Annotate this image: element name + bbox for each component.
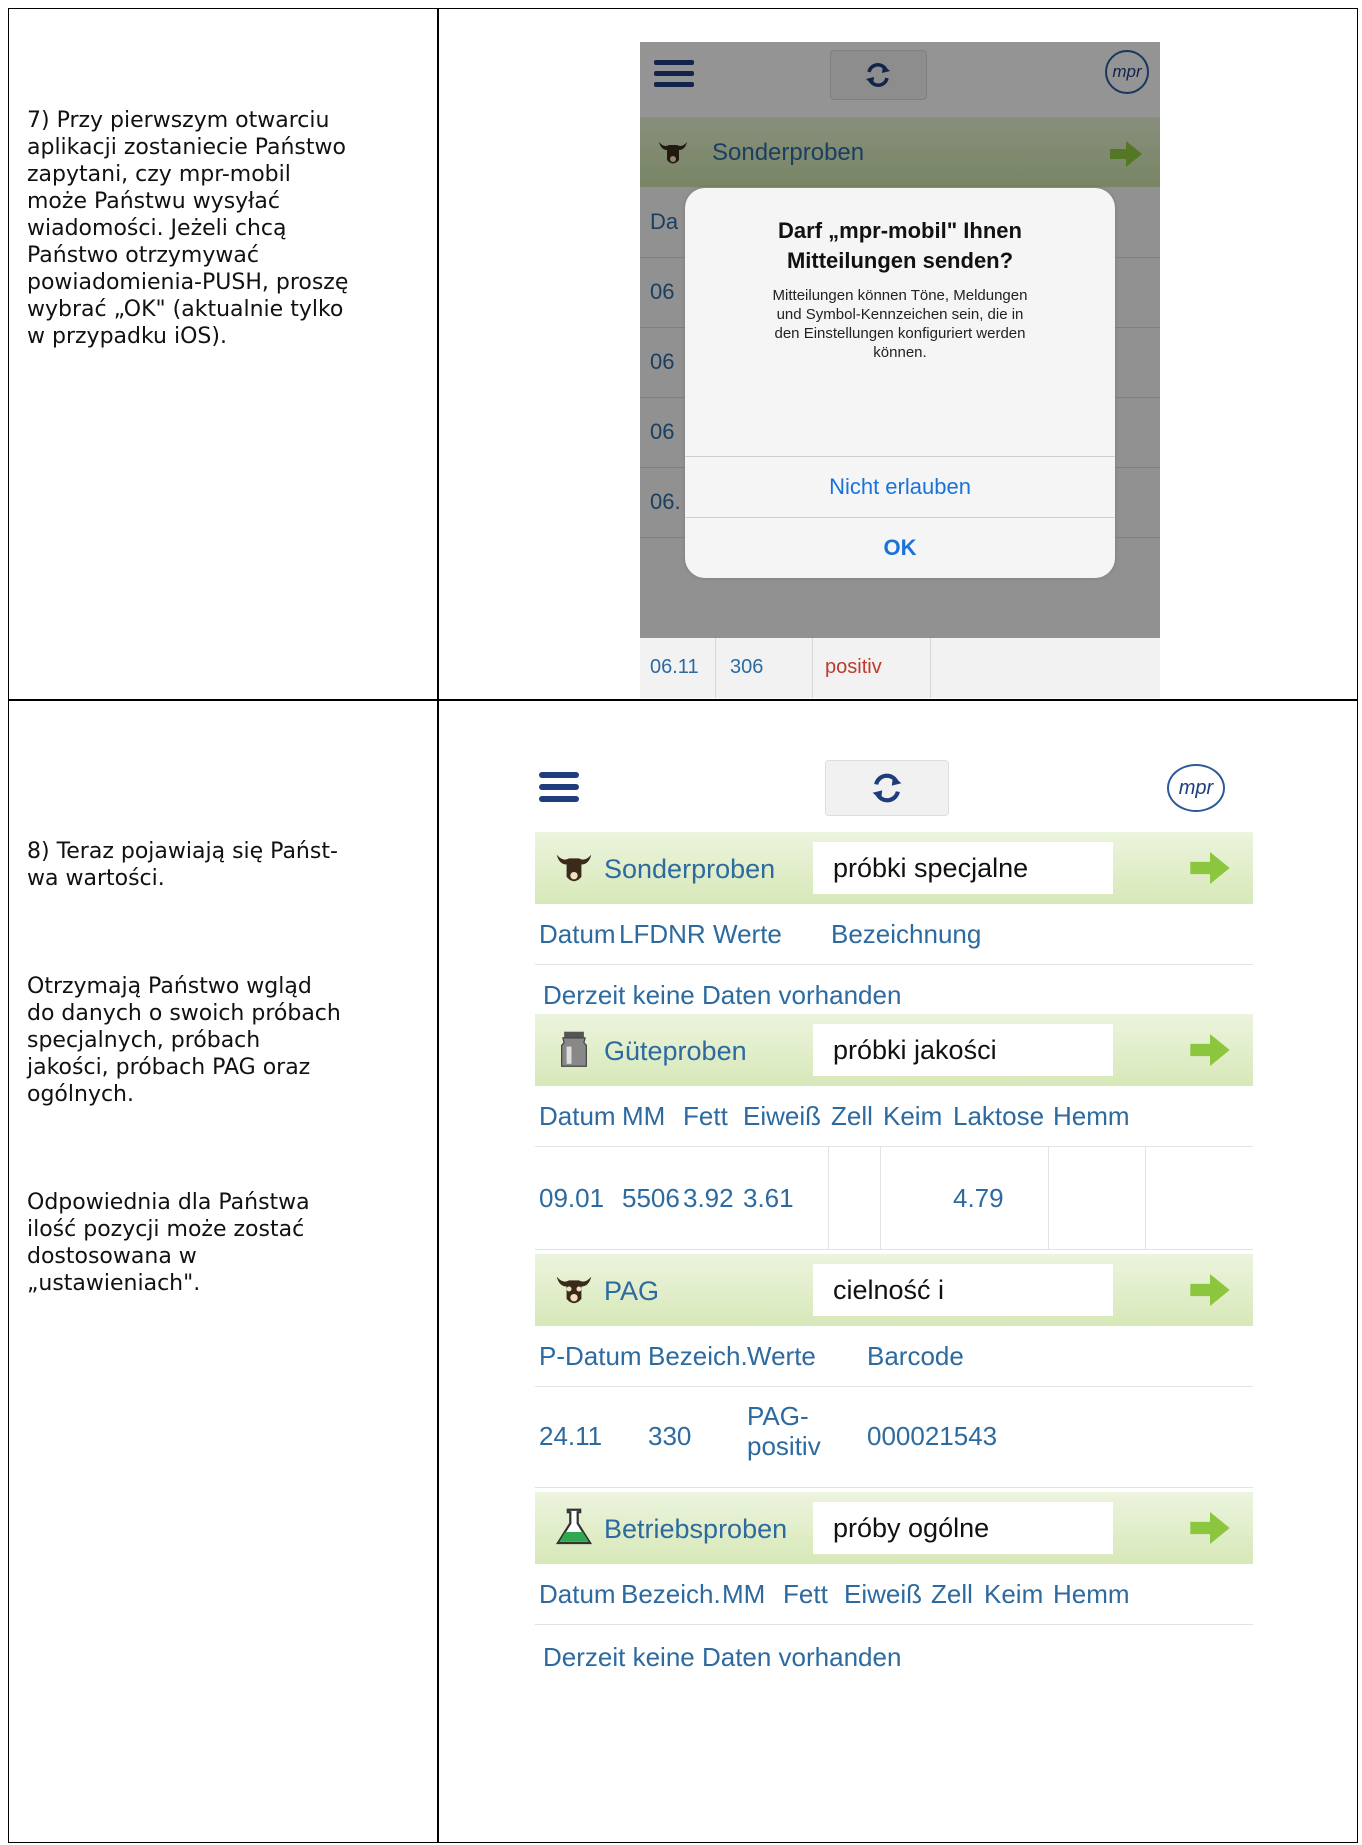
column-header: MM	[622, 1101, 666, 1131]
menu-icon[interactable]	[539, 772, 579, 806]
refresh-button[interactable]	[825, 760, 949, 816]
step8-text: 8) Teraz pojawiają się Państ- wa wartośc…	[27, 784, 341, 1378]
section-label: Güteproben	[604, 1036, 747, 1066]
pag-section[interactable]: PAG cielność i	[535, 1254, 1253, 1326]
table-cell: 24.11	[539, 1421, 603, 1451]
flask-icon	[555, 1508, 593, 1545]
cell-divider	[930, 638, 931, 698]
table-cell: 5506	[622, 1183, 680, 1213]
table-header-row: Datum Bezeich. MM Fett Eiweiß Zell Keim …	[535, 1564, 1253, 1625]
column-header: Datum	[539, 1101, 616, 1131]
table-header-row: P-Datum Bezeich. Werte Barcode	[535, 1326, 1253, 1387]
table-row: 24.11 330 PAG- positiv 000021543	[535, 1387, 1253, 1488]
column-header: Eiweiß	[743, 1101, 822, 1131]
arrow-right-icon[interactable]	[1190, 1274, 1230, 1306]
step8-paragraph-2: Otrzymają Państwo wgląd do danych o swoi…	[27, 974, 341, 1107]
cell-divider	[715, 638, 716, 698]
polish-translation-label: próby ogólne	[813, 1502, 1113, 1554]
table-cell: 09.01	[539, 1183, 605, 1213]
column-header: Laktose	[953, 1101, 1045, 1131]
table-header-row: Datum MM Fett Eiweiß Zell Keim Laktose H…	[535, 1086, 1253, 1147]
betriebsproben-section[interactable]: Betriebsproben próby ogólne	[535, 1492, 1253, 1564]
ok-button[interactable]: OK	[685, 518, 1115, 578]
table-row: 09.01 5506 3.92 3.61 4.79	[535, 1147, 1253, 1250]
column-header: Werte	[713, 919, 782, 949]
column-header: Zell	[931, 1579, 973, 1609]
table-cell: PAG- positiv	[747, 1401, 821, 1461]
notification-permission-screenshot: mpr Sonderproben Da 06 06 06 06. Darf „m…	[640, 42, 1160, 698]
arrow-right-icon[interactable]	[1190, 1034, 1230, 1066]
cell-divider	[812, 638, 813, 698]
pregnant-cow-icon	[556, 1276, 592, 1304]
table-cell: 4.79	[953, 1183, 1004, 1213]
deny-button[interactable]: Nicht erlauben	[685, 457, 1115, 517]
refresh-icon	[872, 773, 902, 803]
row-divider	[9, 699, 1357, 701]
polish-translation-label: próbki specjalne	[813, 842, 1113, 894]
cell-divider	[1145, 1147, 1146, 1249]
column-header: Werte	[747, 1341, 816, 1371]
alert-message: Mitteilungen können Töne, Meldungen und …	[772, 287, 1028, 361]
mpr-logo: mpr	[1167, 764, 1225, 812]
polish-translation-label: cielność i	[813, 1264, 1113, 1316]
column-header: Fett	[783, 1579, 828, 1609]
column-header: P-Datum	[539, 1341, 642, 1371]
column-header: Datum	[539, 1579, 616, 1609]
column-header: Barcode	[867, 1341, 964, 1371]
column-divider	[437, 9, 439, 1842]
column-header: Bezeichnung	[831, 919, 982, 949]
cell-divider	[828, 1147, 829, 1249]
column-header: MM	[722, 1579, 766, 1609]
row-value: positiv	[825, 656, 882, 678]
column-header: LFDNR	[619, 919, 706, 949]
values-overview-screenshot: mpr Sonderproben próbki specjalne Datum …	[535, 752, 1255, 1712]
cell-divider	[1048, 1147, 1049, 1249]
table-cell: 3.61	[743, 1183, 794, 1213]
step8-paragraph-3: Odpowiednia dla Państwa ilość pozycji mo…	[27, 1190, 310, 1296]
cell-divider	[880, 1147, 881, 1249]
step8-paragraph-1: 8) Teraz pojawiają się Państ- wa wartośc…	[27, 839, 338, 891]
column-header: Hemm	[1053, 1101, 1130, 1131]
table-cell: 000021543	[867, 1421, 998, 1451]
column-header: Hemm	[1053, 1579, 1130, 1609]
permission-alert-dialog: Darf „mpr-mobil" Ihnen Mitteilungen send…	[685, 188, 1115, 578]
table-cell: 3.92	[683, 1183, 734, 1213]
section-label: Sonderproben	[604, 854, 776, 884]
polish-translation-label: próbki jakości	[813, 1024, 1113, 1076]
no-data-message: Derzeit keine Daten vorhanden	[543, 980, 902, 1010]
table-cell: 330	[648, 1421, 692, 1451]
column-header: Fett	[683, 1101, 728, 1131]
milk-can-icon	[561, 1031, 587, 1067]
arrow-right-icon[interactable]	[1190, 852, 1230, 884]
bottom-data-row: 06.11 306 positiv	[640, 638, 1160, 698]
cow-icon	[556, 854, 592, 882]
column-header: Keim	[883, 1101, 943, 1131]
column-header: Keim	[984, 1579, 1044, 1609]
table-header-row: Datum LFDNR Werte Bezeichnung	[535, 904, 1253, 965]
section-label: PAG	[604, 1276, 660, 1306]
row-number: 306	[730, 656, 764, 678]
row-date: 06.11	[650, 656, 699, 678]
mpr-logo-text: mpr	[1178, 777, 1214, 799]
column-header: Bezeich.	[648, 1341, 748, 1371]
sonderproben-section[interactable]: Sonderproben próbki specjalne	[535, 832, 1253, 904]
section-label: Betriebsproben	[604, 1514, 788, 1544]
alert-title: Darf „mpr-mobil" Ihnen Mitteilungen send…	[778, 218, 1022, 273]
column-header: Bezeich.	[621, 1579, 721, 1609]
column-header: Datum	[539, 919, 616, 949]
column-header: Zell	[831, 1101, 873, 1131]
column-header: Eiweiß	[844, 1579, 923, 1609]
arrow-right-icon[interactable]	[1190, 1512, 1230, 1544]
guteproben-section[interactable]: Güteproben próbki jakości	[535, 1014, 1253, 1086]
step7-text: 7) Przy pierwszym otwarciu aplikacji zos…	[27, 108, 349, 349]
no-data-message: Derzeit keine Daten vorhanden	[543, 1642, 902, 1672]
